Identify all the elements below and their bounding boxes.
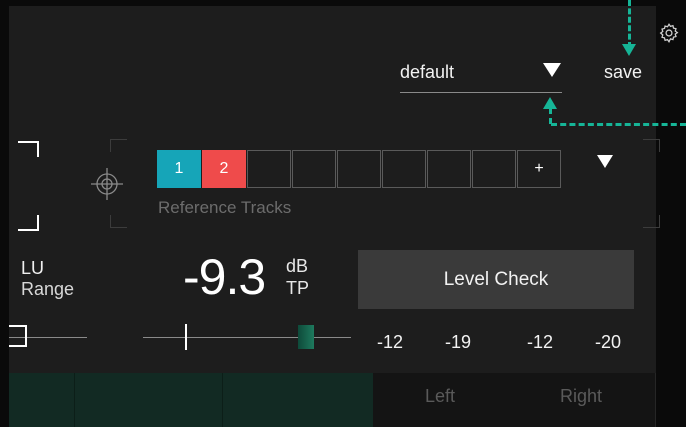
peak-slider-indicator — [298, 325, 314, 349]
reference-track-1[interactable]: 1 — [157, 150, 201, 188]
meter-divider — [74, 373, 75, 427]
frame-corner-tl — [110, 139, 127, 152]
true-peak-unit-tp: TP — [286, 278, 310, 298]
crosshair-icon[interactable] — [89, 166, 125, 202]
reference-tracks-label: Reference Tracks — [158, 198, 292, 217]
readout-4: -20 — [595, 332, 622, 352]
guide-dashed-line-horizontal — [551, 123, 686, 126]
reference-track-slot-empty[interactable] — [337, 150, 381, 188]
meter-divider — [222, 373, 223, 427]
range-label: Range — [21, 279, 75, 299]
channel-left-label: Left — [425, 386, 456, 406]
true-peak-unit-db: dB — [286, 256, 309, 276]
gear-icon[interactable] — [658, 22, 680, 44]
frame-corner-bl — [110, 215, 127, 228]
peak-slider-marker[interactable] — [185, 324, 187, 350]
frame-corner-br — [643, 215, 660, 228]
reference-track-slot-empty[interactable] — [247, 150, 291, 188]
loudness-meter-zone — [9, 373, 373, 427]
bracket-top-left-icon — [18, 141, 39, 157]
reference-track-2[interactable]: 2 — [202, 150, 246, 188]
reference-track-slots: 1 2 + — [157, 150, 562, 188]
preset-dropdown-icon[interactable] — [543, 63, 561, 77]
bracket-bottom-left-icon — [18, 215, 39, 231]
guide-arrow-down-icon — [622, 44, 636, 56]
reference-track-slot-empty[interactable] — [472, 150, 516, 188]
preset-name[interactable]: default — [400, 62, 454, 83]
readout-1: -12 — [377, 332, 404, 352]
guide-dashed-line-short — [549, 108, 552, 124]
frame-corner-tr — [643, 139, 660, 152]
readout-3: -12 — [527, 332, 554, 352]
true-peak-value: -9.3 — [183, 249, 266, 305]
channel-right-label: Right — [560, 386, 603, 406]
guide-dashed-line-vertical — [628, 0, 631, 48]
add-reference-track-button[interactable]: + — [517, 150, 561, 188]
lu-unit-label: LU — [21, 258, 45, 278]
range-slider-handle[interactable] — [9, 325, 27, 347]
reference-track-slot-empty[interactable] — [382, 150, 426, 188]
peak-slider-track — [143, 337, 351, 338]
preset-underline — [400, 92, 562, 93]
readout-2: -19 — [445, 332, 472, 352]
reference-dropdown-icon[interactable] — [597, 155, 613, 168]
save-button[interactable]: save — [604, 62, 642, 83]
guide-arrow-up-icon — [543, 97, 557, 109]
channel-divider — [655, 373, 656, 427]
reference-track-slot-empty[interactable] — [427, 150, 471, 188]
reference-track-slot-empty[interactable] — [292, 150, 336, 188]
level-check-button[interactable]: Level Check — [358, 250, 634, 309]
